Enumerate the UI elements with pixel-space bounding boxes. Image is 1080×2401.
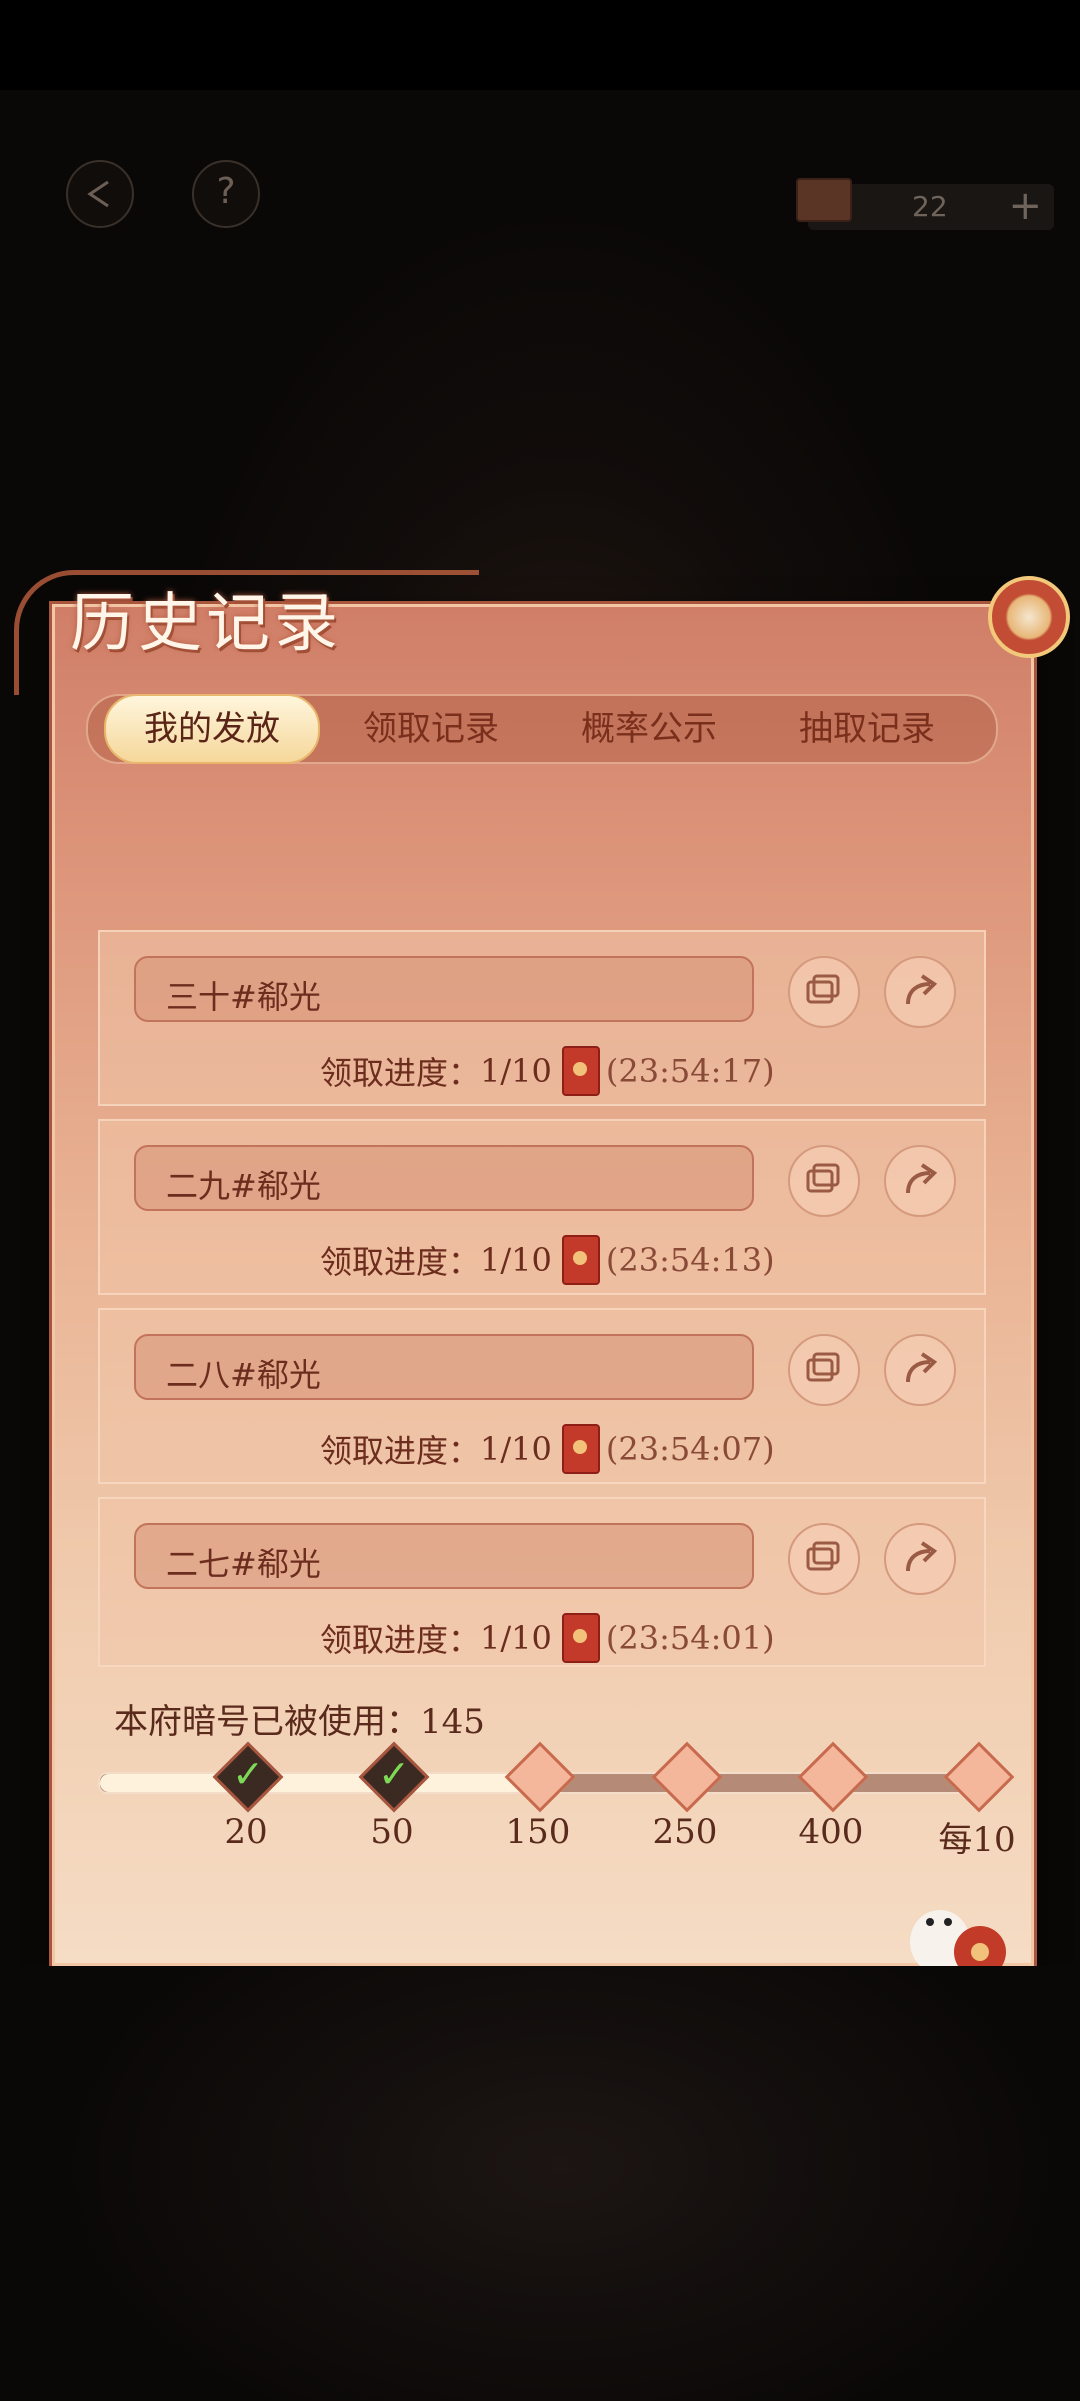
milestone-label: 400 <box>798 1812 864 1852</box>
emblem-icon <box>988 576 1070 658</box>
help-button[interactable]: ? <box>192 160 260 228</box>
check-icon: ✓ <box>232 1752 264 1796</box>
back-button[interactable] <box>66 160 134 228</box>
share-icon <box>906 1352 938 1383</box>
timestamp: (23:54:01) <box>605 1619 775 1657</box>
code-name-box: 三十#郗光 <box>134 956 754 1022</box>
treasure-chest-icon <box>796 178 852 222</box>
currency-value: 22 <box>912 190 948 223</box>
copy-icon <box>806 1163 840 1193</box>
progress-value: 1/10 <box>480 1241 552 1279</box>
tab-bar: 我的发放 领取记录 概率公示 抽取记录 <box>86 694 998 764</box>
currency-display: 22 + <box>796 178 1054 230</box>
progress-label: 领取进度： <box>320 1243 481 1281</box>
progress-value: 1/10 <box>480 1052 552 1090</box>
progress-value: 1/10 <box>480 1430 552 1468</box>
milestone-label: 每10 <box>938 1820 1016 1860</box>
status-bar <box>0 0 1080 90</box>
copy-button[interactable] <box>788 1145 860 1217</box>
share-button[interactable] <box>884 1334 956 1406</box>
check-icon: ✓ <box>378 1752 410 1796</box>
red-packet-icon <box>561 1046 600 1096</box>
list-item: 三十#郗光 领取进度：1/10 (23:54:17) <box>98 930 986 1106</box>
panel-title: 历史记录 <box>70 587 342 661</box>
copy-button[interactable] <box>788 1523 860 1595</box>
progress-value: 1/10 <box>480 1619 552 1657</box>
add-currency-button[interactable]: + <box>1008 184 1042 228</box>
copy-button[interactable] <box>788 1334 860 1406</box>
share-button[interactable] <box>884 1523 956 1595</box>
milestone-label: 20 <box>224 1812 268 1852</box>
claim-progress: 领取进度：1/10 (23:54:01) <box>320 1613 775 1663</box>
progress-label: 领取进度： <box>320 1621 481 1659</box>
progress-label: 领取进度： <box>320 1054 481 1092</box>
timestamp: (23:54:07) <box>605 1430 775 1468</box>
code-name-box: 二七#郗光 <box>134 1523 754 1589</box>
timestamp: (23:54:13) <box>605 1241 775 1279</box>
code-name: 三十#郗光 <box>166 978 321 1016</box>
code-name: 二八#郗光 <box>166 1356 321 1394</box>
tab-claim-records[interactable]: 领取记录 <box>326 696 536 762</box>
list-item: 二八#郗光 领取进度：1/10 (23:54:07) <box>98 1308 986 1484</box>
list-item: 二七#郗光 领取进度：1/10 (23:54:01) <box>98 1497 986 1667</box>
share-button[interactable] <box>884 956 956 1028</box>
tab-probability[interactable]: 概率公示 <box>544 696 754 762</box>
share-button[interactable] <box>884 1145 956 1217</box>
tab-my-issued[interactable]: 我的发放 <box>104 694 320 764</box>
milestone-progress-fill <box>100 1774 529 1792</box>
milestone-label: 150 <box>505 1812 571 1852</box>
usage-count-text: 本府暗号已被使用：145 <box>114 1702 485 1742</box>
red-packet-icon <box>561 1424 600 1474</box>
claim-progress: 领取进度：1/10 (23:54:07) <box>320 1424 775 1474</box>
back-arrow-icon <box>87 180 109 208</box>
code-name: 二九#郗光 <box>166 1167 321 1205</box>
code-name-box: 二九#郗光 <box>134 1145 754 1211</box>
copy-icon <box>806 1352 840 1382</box>
red-packet-icon <box>561 1235 600 1285</box>
share-icon <box>906 1163 938 1194</box>
list-item: 二九#郗光 领取进度：1/10 (23:54:13) <box>98 1119 986 1295</box>
claim-progress: 领取进度：1/10 (23:54:17) <box>320 1046 775 1096</box>
share-icon <box>906 1541 938 1572</box>
copy-button[interactable] <box>788 956 860 1028</box>
milestone-label: 250 <box>652 1812 718 1852</box>
milestone-progress-track: ✓ ✓ <box>98 1741 1015 1813</box>
claim-progress: 领取进度：1/10 (23:54:13) <box>320 1235 775 1285</box>
timestamp: (23:54:17) <box>605 1052 775 1090</box>
red-packet-icon <box>561 1613 600 1663</box>
milestone-label: 50 <box>370 1812 414 1852</box>
copy-icon <box>806 1541 840 1571</box>
code-name: 二七#郗光 <box>166 1545 321 1583</box>
share-icon <box>906 974 938 1005</box>
tab-draw-records[interactable]: 抽取记录 <box>762 696 972 762</box>
code-name-box: 二八#郗光 <box>134 1334 754 1400</box>
background-foreground <box>0 1966 1080 2401</box>
progress-label: 领取进度： <box>320 1432 481 1470</box>
copy-icon <box>806 974 840 1004</box>
